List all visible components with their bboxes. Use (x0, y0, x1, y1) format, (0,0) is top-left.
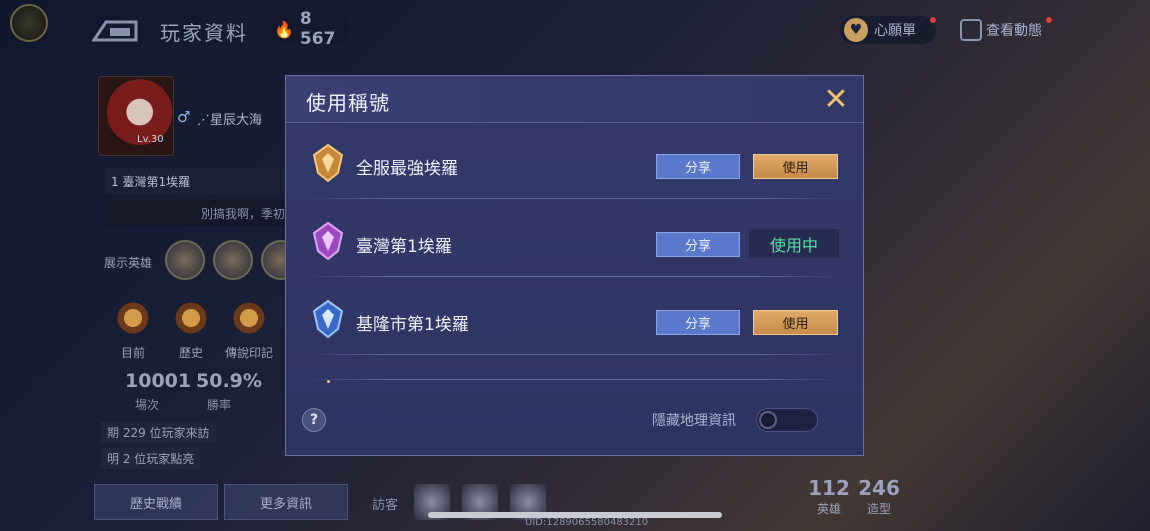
top-bar: 玩家資料 🔥 8 567 ♥ 心願單 查看動態 (0, 0, 1150, 60)
stat-value: 50.9% (196, 370, 262, 392)
currency-value: 8 567 (299, 9, 336, 49)
count-label: 造型 (866, 502, 891, 516)
title-name: 全服最強埃羅 (356, 159, 458, 179)
document-icon (960, 19, 982, 41)
title-row: 臺灣第1埃羅 分享 使用中 (304, 201, 844, 277)
view-feed-button[interactable]: 查看動態 (960, 16, 1052, 44)
game-logo-icon[interactable] (10, 4, 48, 42)
in-use-status: 使用中 (749, 229, 839, 258)
close-icon[interactable]: ✕ (820, 84, 852, 116)
use-title-dialog: 使用稱號 ✕ 全服最強埃羅 分享 使用 臺灣第1埃羅 分享 使用中 基隆市第1埃… (285, 75, 864, 456)
count-label: 英雄 (816, 502, 841, 516)
title-row: 基隆市第1埃羅 分享 使用 (304, 279, 844, 355)
legend-mark-icon[interactable] (231, 300, 267, 336)
badge-label: 歷史 (179, 346, 204, 360)
dialog-title: 使用稱號 (306, 91, 390, 115)
gold-emblem-icon (312, 143, 344, 183)
purple-emblem-icon (312, 221, 344, 261)
stat-label: 勝率 (207, 398, 232, 412)
page-title: 玩家資料 (160, 21, 248, 45)
notification-dot (930, 17, 936, 23)
rank-badge-icon[interactable] (173, 300, 209, 336)
likes-count: 明 2 位玩家點亮 (101, 448, 201, 469)
skins-count[interactable]: 246 造型 (854, 476, 904, 517)
list-scroll-edge[interactable] (304, 379, 844, 380)
use-button[interactable]: 使用 (753, 154, 838, 179)
row-divider (304, 354, 844, 355)
history-button[interactable]: 歷史戰績 (94, 484, 218, 520)
rank-badge-icon[interactable] (115, 300, 151, 336)
uid-text: UID:1289065580483210 (525, 517, 649, 528)
title-row: 全服最強埃羅 分享 使用 (304, 123, 844, 199)
share-button[interactable]: 分享 (656, 310, 740, 335)
scroll-indicator-dot (327, 380, 330, 383)
feed-label: 查看動態 (986, 23, 1042, 39)
blue-emblem-icon (312, 299, 344, 339)
row-divider (304, 276, 844, 277)
count-value: 112 (808, 476, 850, 500)
hide-location-toggle[interactable] (756, 408, 818, 432)
share-button[interactable]: 分享 (656, 154, 740, 179)
row-divider (304, 198, 844, 199)
nickname: ⋰星辰大海 (197, 113, 263, 128)
back-arrow-icon[interactable] (92, 18, 138, 42)
hero-thumbnail[interactable] (213, 240, 253, 280)
level-label: Lv.30 (137, 134, 164, 145)
male-icon: ♂ (177, 108, 191, 126)
home-indicator[interactable] (428, 512, 722, 518)
notification-dot (1046, 17, 1052, 23)
stat-label: 場次 (135, 398, 160, 412)
wishlist-button[interactable]: ♥ 心願單 (840, 16, 936, 44)
hide-location-label: 隱藏地理資訊 (652, 413, 736, 429)
showcase-heroes-label: 展示英雄 (104, 256, 153, 270)
count-value: 246 (858, 476, 900, 500)
hero-thumbnail[interactable] (165, 240, 205, 280)
rank-title: 1 臺灣第1埃羅 (105, 168, 305, 194)
toggle-knob (759, 411, 777, 429)
title-name: 基隆市第1埃羅 (356, 315, 469, 335)
title-name: 臺灣第1埃羅 (356, 237, 452, 257)
badge-label: 目前 (121, 346, 146, 360)
wishlist-label: 心願單 (874, 23, 916, 39)
visitors-label: 訪客 (372, 498, 399, 513)
currency-display: 🔥 8 567 (266, 9, 350, 49)
more-info-button[interactable]: 更多資訊 (224, 484, 348, 520)
share-button[interactable]: 分享 (656, 232, 740, 257)
motto: 別搞我啊，季初從 (105, 200, 305, 226)
heroes-count[interactable]: 112 英雄 (804, 476, 854, 517)
use-button[interactable]: 使用 (753, 310, 838, 335)
dialog-header: 使用稱號 ✕ (286, 76, 863, 123)
stat-value: 10001 (125, 370, 192, 392)
help-icon[interactable]: ? (302, 408, 326, 432)
visits-count: 期 229 位玩家來訪 (101, 422, 216, 443)
badge-label: 傳說印記 (225, 346, 274, 360)
flame-icon: 🔥 (274, 19, 294, 39)
heart-icon: ♥ (844, 18, 868, 42)
